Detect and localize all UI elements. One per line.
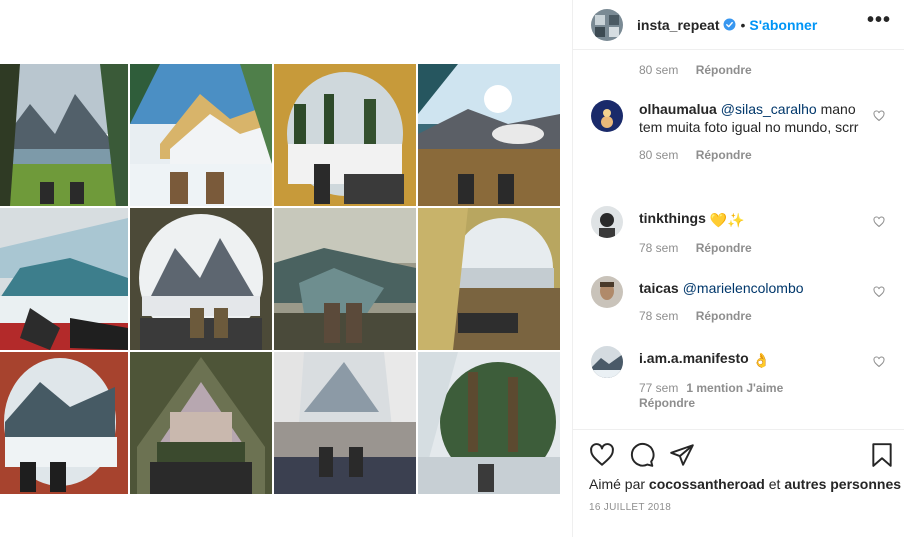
liked-by-prefix: Aimé par xyxy=(589,476,646,492)
reply-button[interactable]: Répondre xyxy=(696,63,752,77)
reply-button[interactable]: Répondre xyxy=(696,309,752,323)
comment-time: 78 sem xyxy=(639,309,679,323)
comment-text: tinkthings 💛✨ xyxy=(639,206,859,229)
verified-badge-icon xyxy=(724,18,736,31)
comment-text: i.am.a.manifesto 👌 xyxy=(639,346,859,369)
comment-time: 78 sem xyxy=(639,241,679,255)
commenter-username[interactable]: i.am.a.manifesto xyxy=(639,350,749,366)
comments-list[interactable]: 80 sem Répondre olhaumalua @silas_caralho… xyxy=(573,51,904,429)
commenter-avatar[interactable] xyxy=(591,206,623,238)
comment-meta: 80 sem Répondre xyxy=(639,148,891,162)
comment-time: 80 sem xyxy=(639,63,679,77)
commenter-avatar[interactable] xyxy=(591,100,623,132)
separator-dot: • xyxy=(740,16,746,33)
comment-item: 80 sem Répondre xyxy=(591,63,891,77)
comment-emoji: 👌 xyxy=(752,352,771,368)
photo-tile xyxy=(274,64,416,206)
author-avatar[interactable] xyxy=(591,8,623,41)
bookmark-icon[interactable] xyxy=(869,442,895,468)
post-actions: Aimé par cocossantheroad et autres perso… xyxy=(573,429,904,537)
commenter-username[interactable]: taicas xyxy=(639,280,679,296)
photo-tile xyxy=(274,352,416,494)
comment-meta: 77 sem 1 mention J'aime Répondre xyxy=(639,381,891,411)
comment-time: 80 sem xyxy=(639,148,679,162)
comment-like-count[interactable]: 1 mention J'aime xyxy=(686,381,783,395)
photo-tile xyxy=(418,64,560,206)
photo-tile xyxy=(130,352,272,494)
comment-text: olhaumalua @silas_caralho mano tem muita … xyxy=(639,100,859,136)
comment-item: taicas @marielencolombo 78 sem Répondre xyxy=(591,276,891,323)
commenter-avatar[interactable] xyxy=(591,276,623,308)
commenter-username[interactable]: tinkthings xyxy=(639,210,706,226)
post-header: insta_repeat • S'abonner ••• xyxy=(573,0,904,50)
comment-item: tinkthings 💛✨ 78 sem Répondre xyxy=(591,206,891,255)
photo-tile xyxy=(130,64,272,206)
photo-tile xyxy=(0,64,128,206)
liked-by: Aimé par cocossantheroad et autres perso… xyxy=(589,476,901,492)
comment-text: taicas @marielencolombo xyxy=(639,276,859,297)
comment-item: i.am.a.manifesto 👌 77 sem 1 mention J'aime… xyxy=(591,346,891,411)
follow-button[interactable]: S'abonner xyxy=(749,17,817,33)
commenter-avatar[interactable] xyxy=(591,346,623,378)
comment-mention[interactable]: @marielencolombo xyxy=(683,280,804,296)
more-options-icon[interactable]: ••• xyxy=(867,9,891,32)
comment-heart-icon[interactable] xyxy=(873,356,885,368)
heart-icon[interactable] xyxy=(589,442,615,468)
comment-meta: 80 sem Répondre xyxy=(639,63,891,77)
comment-icon[interactable] xyxy=(629,442,655,468)
photo-tile xyxy=(418,208,560,350)
photo-collage xyxy=(0,64,560,494)
comment-heart-icon[interactable] xyxy=(873,286,885,298)
liked-by-connector: et xyxy=(768,476,781,492)
author-username[interactable]: insta_repeat xyxy=(637,17,719,33)
comment-time: 77 sem xyxy=(639,381,679,395)
comment-heart-icon[interactable] xyxy=(873,216,885,228)
commenter-username[interactable]: olhaumalua xyxy=(639,101,717,117)
share-icon[interactable] xyxy=(669,442,695,468)
reply-button[interactable]: Répondre xyxy=(639,396,695,410)
comment-item: olhaumalua @silas_caralho mano tem muita … xyxy=(591,100,891,162)
photo-tile xyxy=(0,208,128,350)
photo-tile xyxy=(0,352,128,494)
reply-button[interactable]: Répondre xyxy=(696,241,752,255)
post-media[interactable] xyxy=(0,0,572,537)
liked-by-others[interactable]: autres personnes xyxy=(784,476,901,492)
comment-meta: 78 sem Répondre xyxy=(639,309,891,323)
photo-tile xyxy=(418,352,560,494)
liked-by-user[interactable]: cocossantheroad xyxy=(649,476,765,492)
photo-tile xyxy=(130,208,272,350)
comment-heart-icon[interactable] xyxy=(873,110,885,122)
photo-tile xyxy=(274,208,416,350)
comment-mention[interactable]: @silas_caralho xyxy=(721,101,817,117)
post-side-panel: insta_repeat • S'abonner ••• 80 sem Répo… xyxy=(572,0,904,537)
post-date[interactable]: 16 JUILLET 2018 xyxy=(589,502,671,513)
comment-emoji: 💛✨ xyxy=(709,212,745,228)
comment-meta: 78 sem Répondre xyxy=(639,241,891,255)
reply-button[interactable]: Répondre xyxy=(696,148,752,162)
